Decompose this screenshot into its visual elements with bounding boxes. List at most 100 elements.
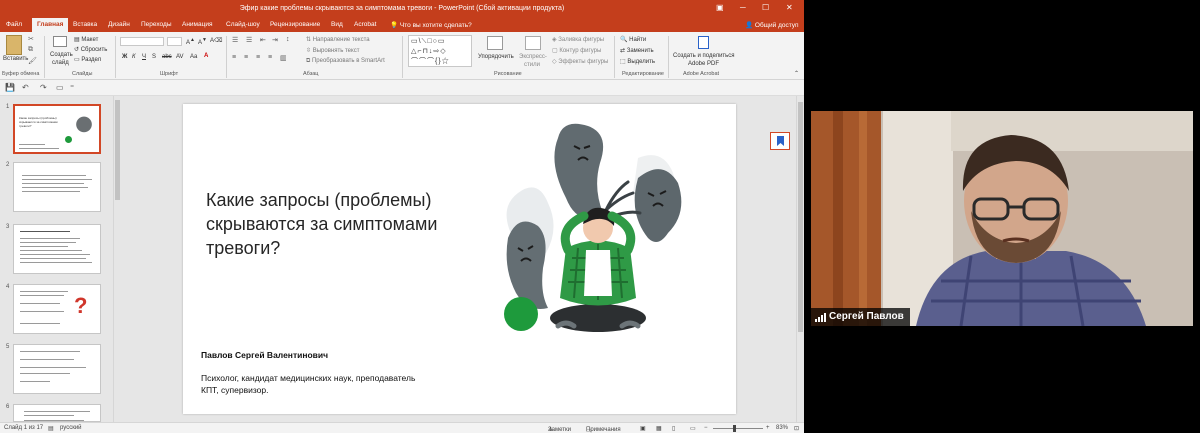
collapse-ribbon-icon[interactable]: ⌃ (794, 70, 799, 77)
spellcheck-icon[interactable]: ▤ (48, 425, 54, 432)
new-slide-label[interactable]: Создать (50, 52, 73, 58)
clear-format-icon[interactable]: A⌫ (210, 37, 223, 44)
cut-icon[interactable]: ✂ (28, 35, 34, 43)
thumbnails-scroll-thumb[interactable] (115, 100, 120, 200)
maximize-icon[interactable]: ☐ (762, 3, 769, 12)
grow-font-icon[interactable]: A▲ (186, 37, 195, 46)
thumbnail-slide-5[interactable] (13, 344, 101, 394)
decrease-indent-icon[interactable]: ⇤ (260, 36, 266, 44)
tab-slideshow[interactable]: Слайд-шоу (226, 21, 260, 28)
customize-qat-icon[interactable]: ⁼ (70, 83, 74, 92)
arrange-icon[interactable] (487, 36, 503, 50)
text-direction-button[interactable]: ⇅ Направление текста (306, 36, 370, 43)
thumbnails-scrollbar[interactable] (113, 96, 121, 422)
tab-file[interactable]: Файл (6, 21, 22, 28)
shape-outline-button[interactable]: ▢ Контур фигуры (552, 47, 601, 54)
tab-acrobat[interactable]: Acrobat (354, 21, 376, 28)
participant-video[interactable]: Сергей Павлов (811, 111, 1193, 326)
replace-button[interactable]: ⇄ Заменить (620, 47, 654, 54)
quick-styles-label2[interactable]: стили (524, 62, 540, 68)
shadow-icon[interactable]: S (152, 54, 156, 60)
align-right-icon[interactable]: ≡ (256, 54, 260, 61)
shape-effects-button[interactable]: ◇ Эффекты фигуры (552, 58, 608, 65)
bullets-icon[interactable]: ☰ (232, 36, 238, 44)
tab-home[interactable]: Главная (32, 18, 69, 32)
copy-icon[interactable]: ⧉ (28, 46, 33, 54)
start-slideshow-icon[interactable]: ▭ (56, 83, 64, 92)
normal-view-icon[interactable]: ▣ (640, 425, 646, 432)
strikethrough-icon[interactable]: abc (162, 54, 172, 60)
paste-icon[interactable] (6, 35, 22, 55)
font-name-field[interactable] (120, 37, 164, 46)
tell-me-box[interactable]: 💡 Что вы хотите сделать? (390, 21, 472, 29)
case-icon[interactable]: Aa (190, 54, 197, 60)
tab-insert[interactable]: Вставка (73, 21, 97, 28)
layout-button[interactable]: ▤ Макет (74, 36, 98, 43)
slide-title[interactable]: Какие запросы (проблемы) скрываются за с… (206, 188, 466, 260)
section-button[interactable]: ▭ Раздел (74, 56, 101, 63)
slide-scrollbar[interactable] (796, 96, 804, 422)
thumbnail-slide-6[interactable] (13, 404, 101, 422)
new-slide-label2[interactable]: слайд (52, 60, 69, 66)
bookmark-button[interactable] (770, 132, 790, 150)
reading-view-icon[interactable]: ▯ (672, 425, 675, 432)
align-left-icon[interactable]: ≡ (232, 54, 236, 61)
create-share-label[interactable]: Создать и поделиться (673, 53, 735, 59)
tab-design[interactable]: Дизайн (108, 21, 130, 28)
font-color-icon[interactable]: A (204, 53, 208, 59)
font-size-field[interactable] (167, 37, 182, 46)
smartart-button[interactable]: ⧉ Преобразовать в SmartArt (306, 58, 385, 65)
select-button[interactable]: ⬚ Выделить (620, 58, 655, 65)
close-icon[interactable]: ✕ (786, 3, 793, 12)
underline-icon[interactable]: Ч (142, 54, 146, 60)
find-button[interactable]: 🔍 Найти (620, 36, 646, 43)
thumbnail-slide-4[interactable]: ? (13, 284, 101, 334)
quick-styles-icon[interactable] (525, 36, 541, 50)
zoom-level[interactable]: 83% (776, 425, 788, 431)
adobe-pdf-label[interactable]: Adobe PDF (688, 61, 719, 67)
slide-canvas[interactable]: Какие запросы (проблемы) скрываются за с… (183, 104, 736, 414)
align-text-button[interactable]: ⇳ Выровнять текст (306, 47, 359, 54)
arrange-label[interactable]: Упорядочить (478, 54, 514, 60)
adobe-pdf-icon[interactable] (698, 36, 709, 49)
thumbnail-slide-1[interactable]: Какие запросы (проблемы) скрываются за с… (13, 104, 101, 154)
shrink-font-icon[interactable]: A▼ (198, 37, 207, 46)
author-description[interactable]: Психолог, кандидат медицинских наук, пре… (201, 372, 481, 396)
shapes-gallery[interactable]: ▭\⟍□○▭ △⌐⊓↓⇨◇ ⌒⌒⌒{}☆ (408, 35, 472, 67)
minimize-icon[interactable]: ─ (740, 3, 746, 12)
bold-icon[interactable]: Ж (122, 54, 127, 60)
zoom-slider-thumb[interactable] (733, 425, 736, 432)
numbering-icon[interactable]: ☰ (246, 36, 252, 44)
shape-fill-button[interactable]: ◈ Заливка фигуры (552, 36, 604, 43)
increase-indent-icon[interactable]: ⇥ (272, 36, 278, 44)
format-painter-icon[interactable]: 🖌 (28, 57, 37, 65)
thumbnail-slide-2[interactable] (13, 162, 101, 212)
ribbon-display-icon[interactable]: ▣ (716, 3, 724, 12)
columns-icon[interactable]: ▥ (280, 54, 287, 62)
reset-button[interactable]: ↺ Сбросить (74, 46, 107, 53)
zoom-slider[interactable] (713, 428, 763, 429)
author-name[interactable]: Павлов Сергей Валентинович (201, 350, 328, 360)
italic-icon[interactable]: К (132, 54, 136, 60)
tab-view[interactable]: Вид (331, 21, 343, 28)
quick-styles-label[interactable]: Экспресс- (519, 54, 547, 60)
tab-transitions[interactable]: Переходы (141, 21, 172, 28)
tab-animation[interactable]: Анимация (182, 21, 213, 28)
share-button[interactable]: 👤 Общий доступ (745, 21, 799, 29)
save-icon[interactable]: 💾 (5, 83, 15, 92)
slide-scroll-thumb[interactable] (798, 102, 803, 332)
new-slide-icon[interactable] (53, 36, 67, 47)
undo-icon[interactable]: ↶ (22, 83, 29, 92)
align-center-icon[interactable]: ≡ (244, 54, 248, 61)
spacing-icon[interactable]: AV (176, 54, 184, 60)
zoom-out-icon[interactable]: − (704, 425, 708, 431)
line-spacing-icon[interactable]: ↕ (286, 36, 290, 43)
slideshow-view-icon[interactable]: ▭ (690, 425, 696, 432)
paste-label[interactable]: Вставить (3, 56, 28, 62)
tab-review[interactable]: Рецензирование (270, 21, 320, 28)
justify-icon[interactable]: ≡ (268, 54, 272, 61)
zoom-in-icon[interactable]: + (766, 425, 770, 431)
fit-slide-icon[interactable]: ⊡ (794, 425, 799, 432)
thumbnail-slide-3[interactable] (13, 224, 101, 274)
slide-sorter-icon[interactable]: ▦ (656, 425, 662, 432)
